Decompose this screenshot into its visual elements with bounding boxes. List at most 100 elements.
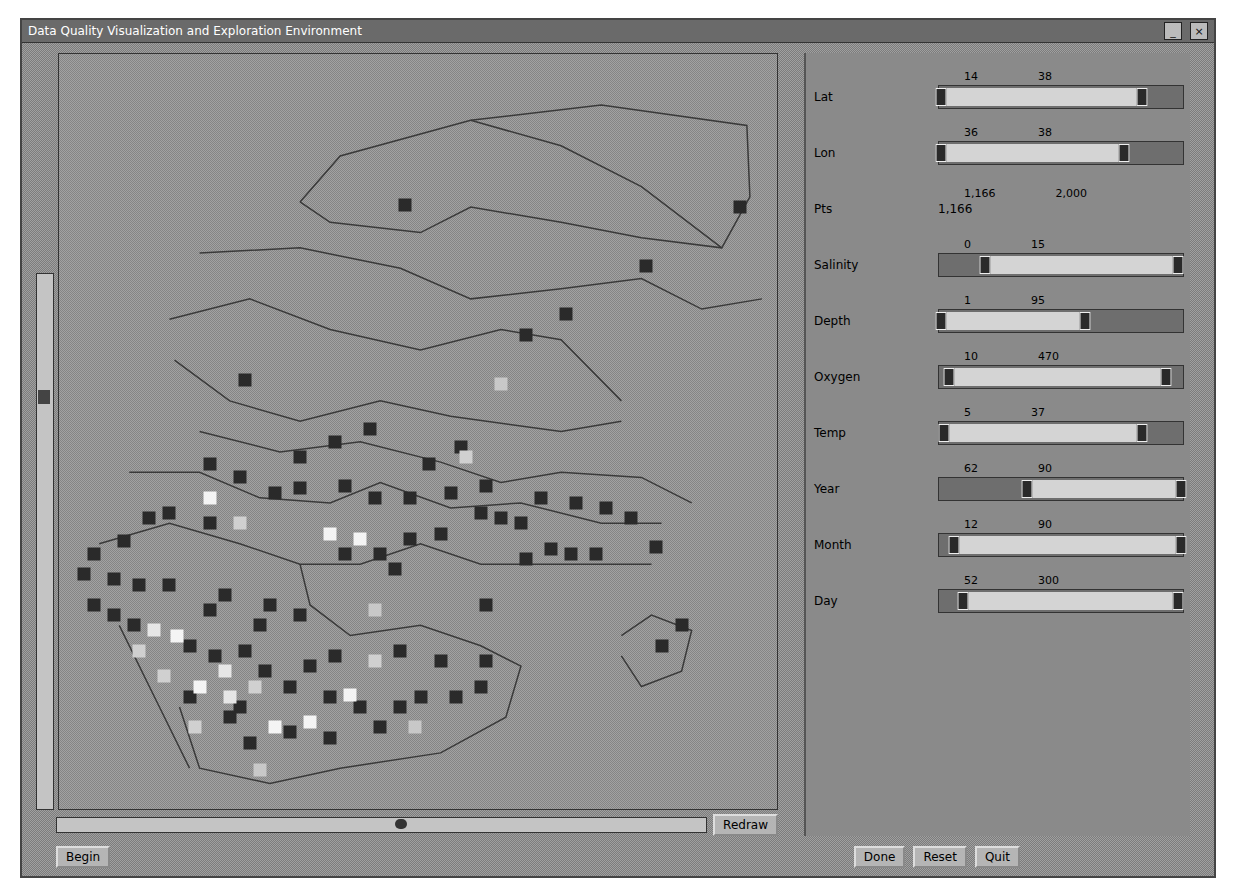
window-control[interactable]: × [1190,22,1208,40]
range-track[interactable] [938,533,1184,557]
map-point[interactable] [233,471,246,484]
range-track[interactable] [938,141,1184,165]
map-point[interactable] [238,374,251,387]
map-point[interactable] [369,604,382,617]
range-high-thumb[interactable] [1160,368,1171,386]
map-point[interactable] [449,690,462,703]
map-point[interactable] [514,517,527,530]
map-point[interactable] [625,512,638,525]
map-point[interactable] [560,308,573,321]
map-point[interactable] [394,644,407,657]
map-point[interactable] [263,598,276,611]
map-point[interactable] [253,619,266,632]
map-point[interactable] [354,532,367,545]
map-point[interactable] [329,649,342,662]
map-point[interactable] [163,507,176,520]
range-high-thumb[interactable] [1136,88,1147,106]
map-point[interactable] [409,721,422,734]
map-point[interactable] [479,655,492,668]
panel-button[interactable]: Reset [913,846,967,868]
map-point[interactable] [294,481,307,494]
map-point[interactable] [364,423,377,436]
map-point[interactable] [459,451,472,464]
map-point[interactable] [108,573,121,586]
map-point[interactable] [268,721,281,734]
range-high-thumb[interactable] [1119,144,1130,162]
map-point[interactable] [258,665,271,678]
range-track[interactable] [938,421,1184,445]
map-point[interactable] [243,736,256,749]
map-point[interactable] [474,680,487,693]
map-point[interactable] [519,328,532,341]
map-point[interactable] [494,377,507,390]
map-point[interactable] [203,458,216,471]
range-low-thumb[interactable] [948,536,959,554]
map-point[interactable] [88,547,101,560]
map-point[interactable] [133,644,146,657]
map-point[interactable] [118,534,131,547]
map-point[interactable] [238,644,251,657]
map-point[interactable] [183,639,196,652]
map-point[interactable] [494,512,507,525]
range-track[interactable] [938,589,1184,613]
range-high-thumb[interactable] [1173,256,1184,274]
map-point[interactable] [394,700,407,713]
range-low-thumb[interactable] [1021,480,1032,498]
range-high-thumb[interactable] [1175,480,1186,498]
map-point[interactable] [519,553,532,566]
map-point[interactable] [133,578,146,591]
map-point[interactable] [374,721,387,734]
map-point[interactable] [78,568,91,581]
map-point[interactable] [128,619,141,632]
begin-button[interactable]: Begin [56,846,110,868]
map-point[interactable] [283,680,296,693]
map-point[interactable] [565,547,578,560]
range-low-thumb[interactable] [958,592,969,610]
map-point[interactable] [324,731,337,744]
map-point[interactable] [163,578,176,591]
range-high-thumb[interactable] [1173,592,1184,610]
map-point[interactable] [479,598,492,611]
map-point[interactable] [329,435,342,448]
map-point[interactable] [570,496,583,509]
range-low-thumb[interactable] [938,424,949,442]
range-high-thumb[interactable] [1080,312,1091,330]
map-point[interactable] [304,660,317,673]
map-point[interactable] [218,588,231,601]
map-point[interactable] [283,726,296,739]
map-point[interactable] [203,517,216,530]
redraw-button[interactable]: Redraw [713,814,778,836]
map-point[interactable] [253,764,266,777]
map-point[interactable] [88,598,101,611]
map-point[interactable] [324,690,337,703]
map-point[interactable] [655,639,668,652]
range-high-thumb[interactable] [1136,424,1147,442]
map-point[interactable] [339,547,352,560]
map-point[interactable] [369,491,382,504]
map-point[interactable] [675,619,688,632]
map-point[interactable] [479,479,492,492]
map-point[interactable] [223,690,236,703]
map-point[interactable] [354,700,367,713]
scroll-thumb[interactable] [38,390,50,404]
map-point[interactable] [590,547,603,560]
range-track[interactable] [938,253,1184,277]
map-point[interactable] [108,609,121,622]
range-track[interactable] [938,309,1184,333]
map-point[interactable] [434,527,447,540]
map-point[interactable] [294,609,307,622]
map-canvas[interactable] [58,53,778,810]
range-track[interactable] [938,365,1184,389]
panel-button[interactable]: Quit [975,846,1020,868]
map-point[interactable] [208,649,221,662]
map-point[interactable] [193,680,206,693]
map-point[interactable] [203,604,216,617]
map-point[interactable] [339,479,352,492]
map-point[interactable] [218,665,231,678]
vertical-scrollbar[interactable] [36,273,54,810]
map-point[interactable] [640,260,653,273]
map-point[interactable] [404,491,417,504]
map-point[interactable] [148,624,161,637]
map-point[interactable] [404,532,417,545]
range-low-thumb[interactable] [936,312,947,330]
